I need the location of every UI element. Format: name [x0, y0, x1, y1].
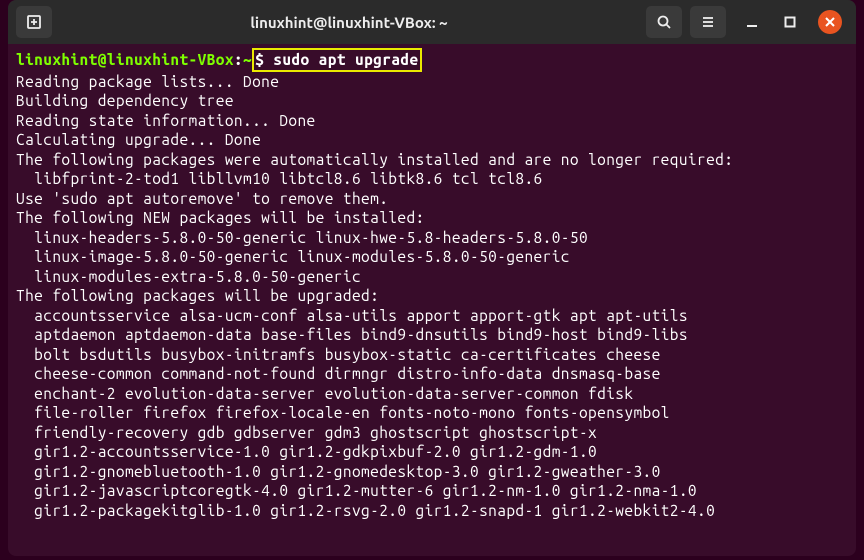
output-line: Use 'sudo apt autoremove' to remove them… [16, 189, 848, 209]
output-line: gir1.2-packagekitglib-1.0 gir1.2-rsvg-2.… [16, 501, 848, 521]
command-highlight-box: $ sudo apt upgrade [252, 48, 421, 72]
output-line: cheese-common command-not-found dirmngr … [16, 364, 848, 384]
output-line: gir1.2-gnomebluetooth-1.0 gir1.2-gnomede… [16, 462, 848, 482]
output-line: Reading state information... Done [16, 111, 848, 131]
output-line: The following packages were automaticall… [16, 150, 848, 170]
output-line: file-roller firefox firefox-locale-en fo… [16, 403, 848, 423]
terminal-body[interactable]: linuxhint@linuxhint-VBox:~$ sudo apt upg… [8, 44, 856, 556]
output-line: linux-headers-5.8.0-50-generic linux-hwe… [16, 228, 848, 248]
output-line: libfprint-2-tod1 libllvm10 libtcl8.6 lib… [16, 169, 848, 189]
output-line: gir1.2-accountsservice-1.0 gir1.2-gdkpix… [16, 442, 848, 462]
output-line: bolt bsdutils busybox-initramfs busybox-… [16, 345, 848, 365]
prompt-user: linuxhint@linuxhint-VBox [16, 51, 234, 68]
output-line: Calculating upgrade... Done [16, 130, 848, 150]
output-line: linux-image-5.8.0-50-generic linux-modul… [16, 247, 848, 267]
prompt-line: linuxhint@linuxhint-VBox:~$ sudo apt upg… [16, 50, 848, 72]
menu-button[interactable] [690, 6, 726, 38]
output-line: The following NEW packages will be insta… [16, 208, 848, 228]
output-line: linux-modules-extra-5.8.0-50-generic [16, 267, 848, 287]
command-text: sudo apt upgrade [273, 51, 418, 68]
window-controls [734, 10, 848, 34]
output-line: Building dependency tree [16, 91, 848, 111]
window-title: linuxhint@linuxhint-VBox: ~ [60, 14, 638, 31]
minimize-button[interactable] [742, 12, 762, 32]
prompt-sep: : [234, 51, 243, 68]
titlebar: linuxhint@linuxhint-VBox: ~ [8, 0, 856, 44]
prompt-path: ~ [243, 51, 252, 68]
prompt-dollar: $ [255, 51, 273, 68]
output-line: aptdaemon aptdaemon-data base-files bind… [16, 325, 848, 345]
output-line: accountsservice alsa-ucm-conf alsa-utils… [16, 306, 848, 326]
output-line: gir1.2-javascriptcoregtk-4.0 gir1.2-mutt… [16, 481, 848, 501]
terminal-window: linuxhint@linuxhint-VBox: ~ linuxhint@li… [8, 0, 856, 556]
output-line: Reading package lists... Done [16, 72, 848, 92]
new-tab-button[interactable] [16, 6, 52, 38]
maximize-button[interactable] [780, 12, 800, 32]
output-line: enchant-2 evolution-data-server evolutio… [16, 384, 848, 404]
search-button[interactable] [646, 6, 682, 38]
output-line: friendly-recovery gdb gdbserver gdm3 gho… [16, 423, 848, 443]
close-button[interactable] [818, 10, 842, 34]
output-line: The following packages will be upgraded: [16, 286, 848, 306]
terminal-output: Reading package lists... DoneBuilding de… [16, 72, 848, 521]
